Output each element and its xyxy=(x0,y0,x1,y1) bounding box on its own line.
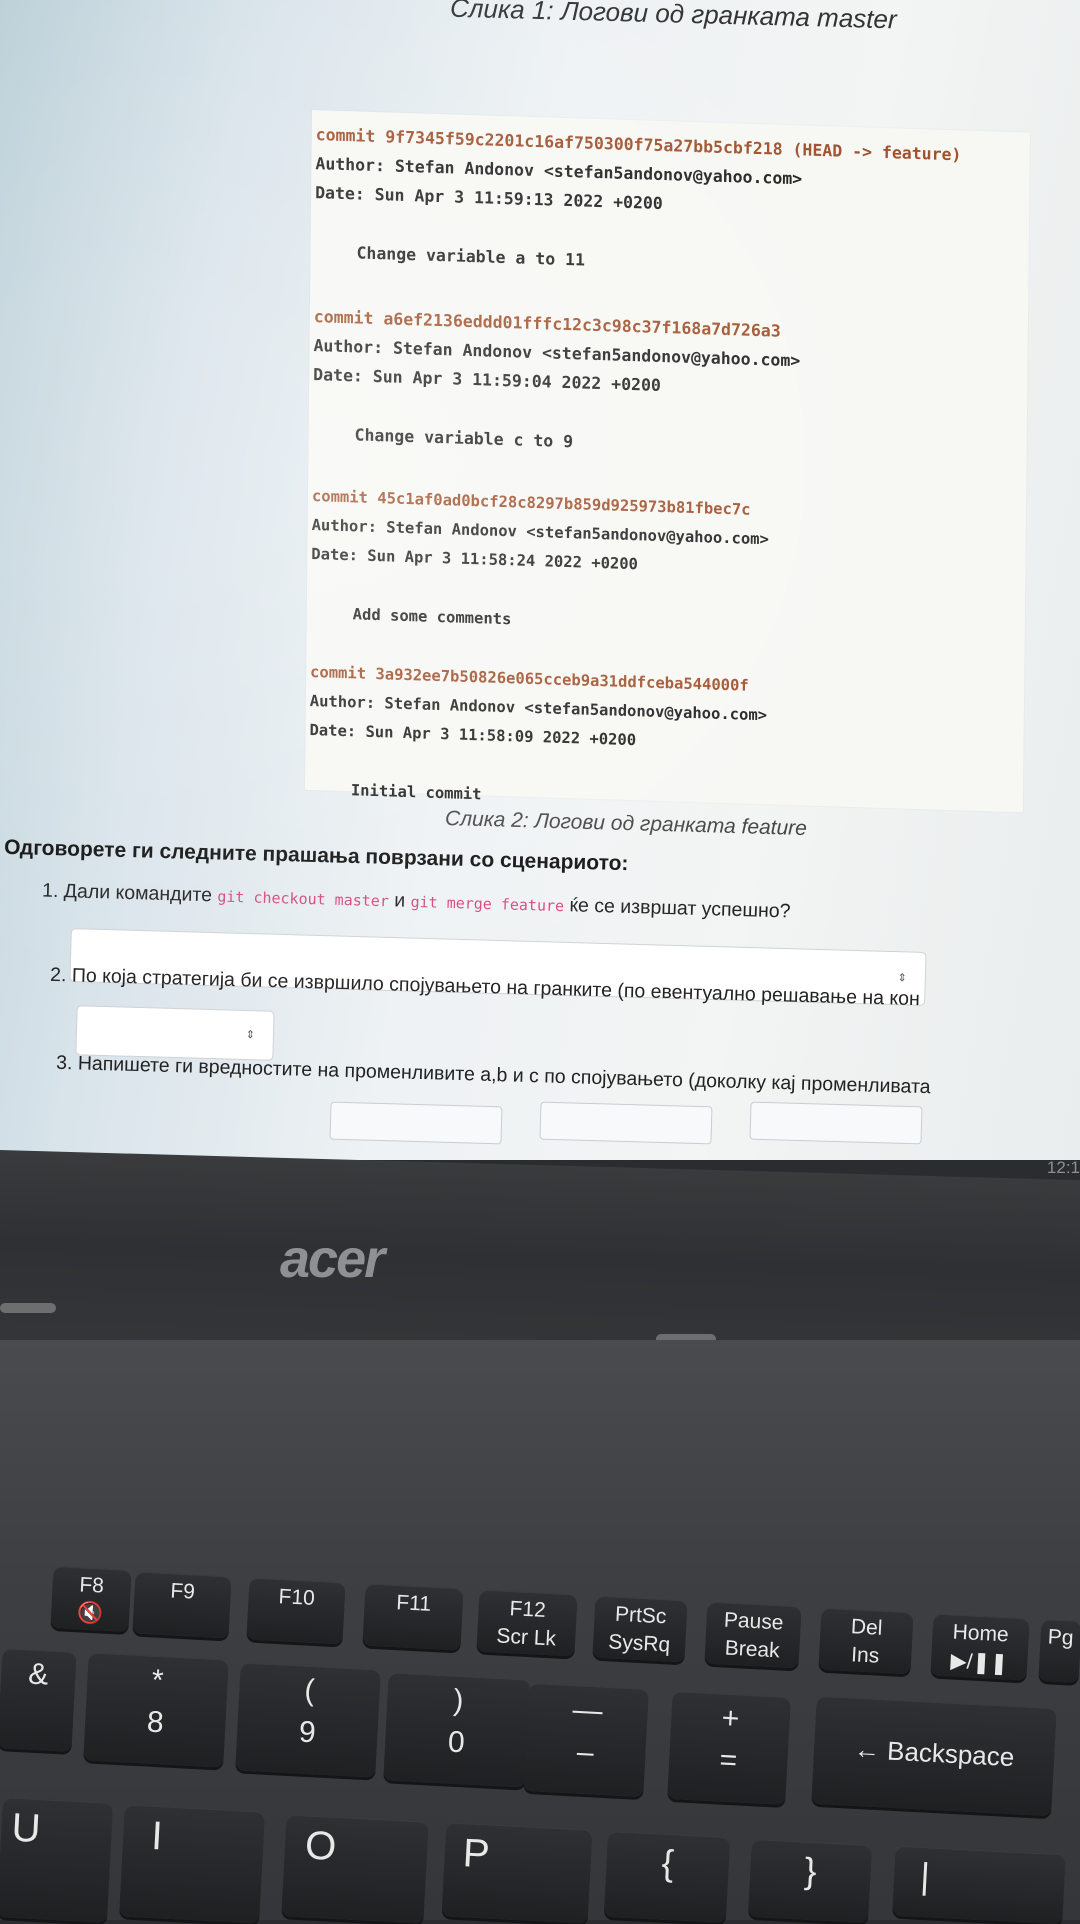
commit-keyword: commit xyxy=(310,662,367,683)
commit-message: Change variable a to 11 xyxy=(356,243,586,270)
log-entry: commit 3a932ee7b50826e065cceb9a31ddfceba… xyxy=(309,658,1010,826)
commit-keyword: commit xyxy=(313,307,374,328)
key-right-brace[interactable]: } xyxy=(748,1838,872,1924)
key-8[interactable]: * 8 xyxy=(83,1652,229,1768)
inline-code: git checkout master xyxy=(217,887,390,911)
commit-keyword: commit xyxy=(315,125,376,146)
key-f8[interactable]: F8 🔇 xyxy=(50,1566,132,1632)
select-arrows-icon: ⇕ xyxy=(245,1028,256,1042)
question-1: 1. Дали командите git checkout master и … xyxy=(41,879,791,923)
git-log-figure: commit 9f7345f59c2201c16af750300f75a27bb… xyxy=(304,110,1030,813)
key-f12[interactable]: F12 Scr Lk xyxy=(476,1589,578,1657)
hinge-left xyxy=(0,1303,56,1313)
key-i[interactable]: I xyxy=(119,1804,265,1924)
answer-a-input[interactable] xyxy=(329,1101,503,1145)
acer-logo: acer xyxy=(280,1229,385,1289)
key-p[interactable]: P xyxy=(441,1822,593,1924)
answer-c-input[interactable] xyxy=(749,1101,923,1145)
key-backspace[interactable]: ← Backspace xyxy=(811,1695,1057,1817)
play-pause-icon: ▶/❚❚ xyxy=(950,1649,1009,1676)
key-backslash[interactable]: | xyxy=(892,1845,1066,1924)
log-entry: commit 45c1af0ad0bcf28c8297b859d925973b8… xyxy=(311,482,1012,650)
key-f9[interactable]: F9 xyxy=(132,1571,232,1639)
section-title: Одговорете ги следните прашања поврзани … xyxy=(3,835,629,876)
laptop-screen: Слика 1: Логови од гранката master commi… xyxy=(0,0,1080,1160)
key-u[interactable]: U xyxy=(0,1797,114,1923)
key-pause[interactable]: Pause Break xyxy=(704,1601,802,1669)
key-o[interactable]: O xyxy=(281,1814,429,1924)
key-prtsc[interactable]: PrtSc SysRq xyxy=(592,1595,688,1663)
commit-message: Change variable c to 9 xyxy=(354,425,574,452)
key-pgup[interactable]: Pg xyxy=(1038,1618,1080,1684)
taskbar-clock: 12:1 xyxy=(1046,1158,1080,1177)
mute-icon: 🔇 xyxy=(76,1601,104,1626)
inline-code: git merge feature xyxy=(410,892,565,916)
key-9[interactable]: (9 xyxy=(235,1662,381,1778)
question-3: 3. Напишете ги вредностите на променливи… xyxy=(55,1051,931,1099)
commit-ref: (HEAD -> feature) xyxy=(782,139,962,165)
log-entry: commit a6ef2136eddd01fffc12c3c98c37f168a… xyxy=(312,302,1013,470)
key-minus[interactable]: — – xyxy=(523,1682,649,1798)
key-home[interactable]: Home ▶/❚❚ xyxy=(930,1613,1030,1681)
key-7[interactable]: & xyxy=(0,1648,77,1752)
key-equals[interactable]: + = xyxy=(667,1690,791,1806)
log-entry: commit 9f7345f59c2201c16af750300f75a27bb… xyxy=(314,120,1015,288)
figure-caption-1: Слика 1: Логови од гранката master xyxy=(449,0,898,35)
key-del[interactable]: Del Ins xyxy=(818,1607,914,1675)
key-f11[interactable]: F11 xyxy=(362,1583,464,1651)
key-f10[interactable]: F10 xyxy=(246,1577,346,1645)
commit-keyword: commit xyxy=(311,487,369,507)
answer-b-input[interactable] xyxy=(539,1101,713,1145)
key-0[interactable]: ) 0 xyxy=(383,1672,531,1788)
select-arrows-icon: ⇕ xyxy=(897,972,908,985)
key-left-brace[interactable]: { xyxy=(603,1830,731,1924)
commit-message: Add some comments xyxy=(352,605,512,629)
